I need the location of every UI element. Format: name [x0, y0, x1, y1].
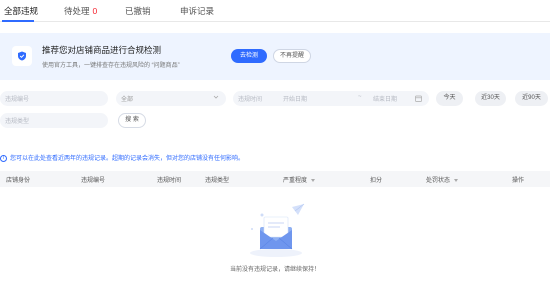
violation-type-input[interactable]: 违规类型 [0, 113, 108, 128]
notice-text: 您可以在此处查看近两年的违规记录。超期的记录会消失，但对您的店铺没有任何影响。 [10, 156, 245, 162]
violation-date-range[interactable]: 违规时间 开始日期 ~ 结束日期 [233, 91, 429, 106]
tab-all-violations[interactable]: 全部违规 [4, 5, 38, 17]
banner-title: 推荐您对店铺商品进行合规检测 [42, 45, 162, 55]
column-header-violation-time: 违规时间 [157, 178, 182, 184]
tab-revoked[interactable]: 已撤销 [125, 5, 151, 17]
tab-label: 已撤销 [125, 6, 151, 16]
tab-pending[interactable]: 待处理 0 [64, 5, 97, 17]
column-header-severity[interactable]: 严重程度 [283, 175, 316, 184]
tab-label: 全部违规 [4, 6, 39, 16]
tab-bar: 全部违规 待处理 0 已撤销 申诉记录 [0, 0, 550, 22]
severity-label: 严重程度 [283, 178, 308, 184]
active-tab-indicator [2, 20, 34, 22]
shield-check-icon [12, 46, 32, 66]
filter-icon[interactable] [454, 178, 459, 182]
column-header-actions: 操作 [512, 178, 525, 184]
column-header-shop-role: 店铺身份 [6, 178, 31, 184]
range-separator: ~ [358, 94, 362, 100]
pending-count-badge: 0 [92, 6, 98, 16]
shop-select[interactable]: 全部 [116, 91, 226, 106]
select-value: 全部 [121, 97, 134, 103]
empty-state-message: 当前没有违规记录，请继续保持！ [229, 267, 320, 273]
column-header-violation-type: 违规类型 [205, 178, 230, 184]
dismiss-reminder-button[interactable]: 不再提醒 [273, 49, 311, 63]
banner-description: 使用官方工具，一键排查存在违规风险的 “问题商品” [42, 63, 180, 69]
retention-notice: i 您可以在此处查看近两年的违规记录。超期的记录会消失，但对您的店铺没有任何影响。 [0, 153, 244, 162]
table-header: 店铺身份 违规编号 违规时间 违规类型 严重程度 扣分 处罚状态 操作 [0, 171, 550, 187]
quick-range-30-days-button[interactable]: 近30天 [475, 91, 506, 106]
start-check-button[interactable]: 去检测 [231, 49, 267, 63]
column-header-deduction: 扣分 [370, 178, 383, 184]
end-date-field: 结束日期 [373, 97, 398, 103]
quick-range-today-button[interactable]: 今天 [436, 91, 463, 106]
column-header-penalty-status[interactable]: 处罚状态 [426, 175, 459, 184]
column-header-violation-number: 违规编号 [81, 178, 106, 184]
tab-appeal-records[interactable]: 申诉记录 [180, 5, 214, 17]
chevron-down-icon [213, 95, 219, 99]
start-date-field: 开始日期 [283, 97, 308, 103]
penalty-status-label: 处罚状态 [426, 178, 451, 184]
tab-label: 待处理 [64, 6, 90, 16]
placeholder: 违规编号 [5, 97, 30, 103]
tab-label: 申诉记录 [180, 6, 215, 16]
empty-envelope-icon [250, 203, 305, 257]
date-range-label: 违规时间 [238, 97, 263, 103]
filter-icon[interactable] [311, 178, 316, 182]
quick-range-90-days-button[interactable]: 近90天 [515, 91, 548, 106]
search-button[interactable]: 搜 索 [118, 113, 146, 128]
placeholder: 违规类型 [5, 119, 30, 125]
calendar-icon [415, 95, 422, 102]
info-icon: i [0, 154, 7, 162]
violation-number-input[interactable]: 违规编号 [0, 91, 108, 106]
